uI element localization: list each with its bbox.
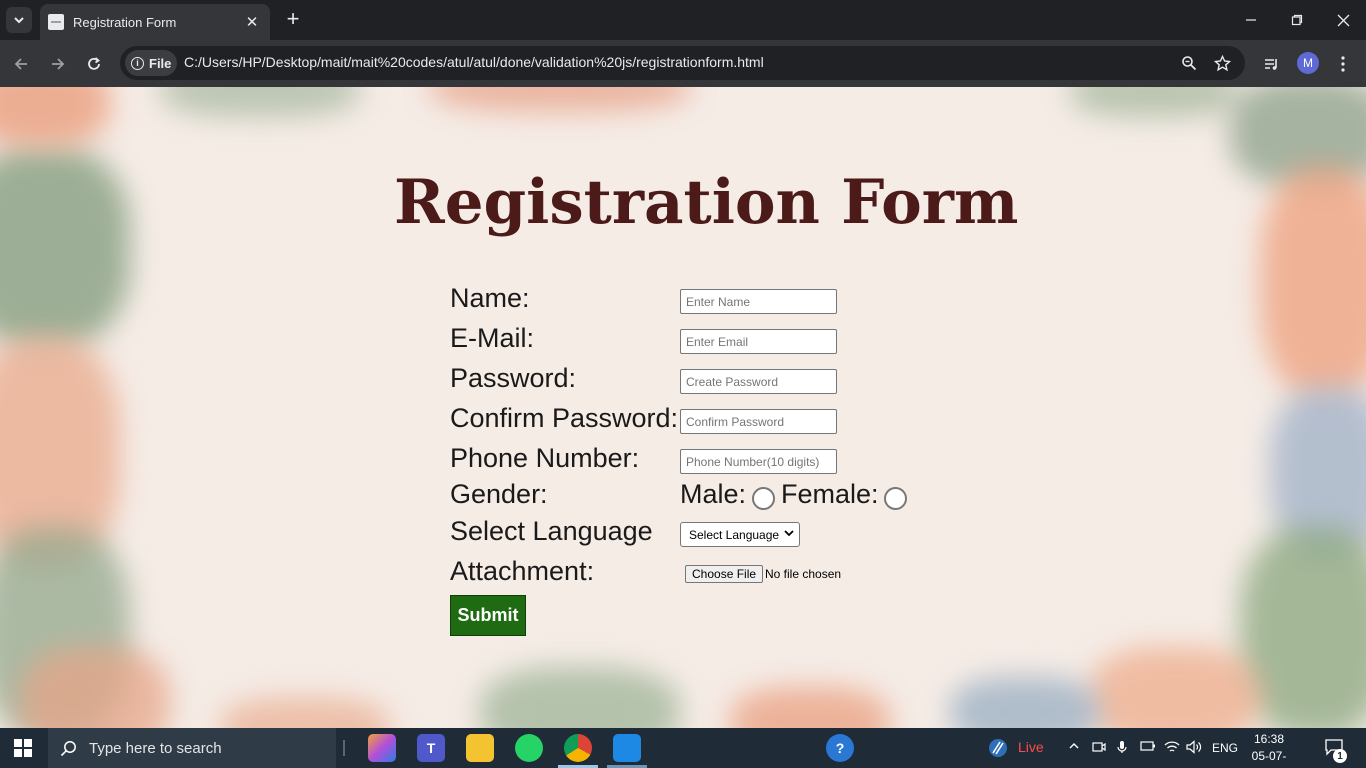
site-info-chip[interactable]: i File — [125, 50, 177, 76]
browser-toolbar: i File C:/Users/HP/Desktop/mait/mait%20c… — [0, 40, 1366, 87]
microphone-icon[interactable] — [1116, 740, 1128, 757]
chevron-down-icon — [784, 530, 794, 537]
phone-label: Phone Number: — [450, 443, 640, 473]
bookmark-star-icon[interactable] — [1211, 52, 1233, 74]
email-label: E-Mail: — [450, 323, 535, 353]
whatsapp-icon[interactable] — [515, 734, 543, 762]
browser-menu-button[interactable] — [1330, 51, 1356, 77]
wifi-icon[interactable] — [1164, 740, 1180, 757]
language-select-value: Select Language — [689, 527, 780, 542]
submit-button[interactable]: Submit — [450, 595, 526, 636]
male-radio[interactable] — [752, 487, 775, 510]
taskbar-search-placeholder: Type here to search — [89, 739, 222, 757]
new-tab-button[interactable]: + — [282, 8, 304, 32]
arrow-right-icon — [52, 58, 65, 70]
page-favicon-icon — [48, 14, 64, 30]
language-label: Select Language — [450, 516, 653, 546]
windows-start-icon[interactable] — [14, 739, 32, 757]
female-label: Female: — [781, 479, 879, 509]
zoom-icon[interactable] — [1178, 52, 1200, 74]
search-icon — [60, 740, 76, 756]
address-bar[interactable]: i File C:/Users/HP/Desktop/mait/mait%20c… — [120, 46, 1245, 80]
phone-input[interactable] — [680, 449, 837, 474]
confirm-password-label: Confirm Password: — [450, 403, 679, 433]
taskbar-divider — [343, 740, 345, 756]
restore-icon — [1291, 14, 1303, 26]
name-label: Name: — [450, 283, 530, 313]
notification-count-badge: 1 — [1333, 749, 1347, 763]
camera-icon[interactable] — [1092, 740, 1106, 757]
confirm-password-input[interactable] — [680, 409, 837, 434]
restore-button[interactable] — [1282, 8, 1312, 32]
chrome-icon[interactable] — [564, 734, 592, 762]
clock-time: 16:38 — [1253, 732, 1285, 746]
page-viewport: Registration Form Name: E-Mail: Password… — [0, 87, 1366, 728]
chevron-down-icon — [14, 17, 24, 24]
close-icon — [1337, 14, 1349, 26]
info-icon: i — [131, 56, 144, 70]
taskbar-clock[interactable]: 16:38 05-07-2025 — [1242, 731, 1296, 768]
choose-file-button[interactable]: Choose File — [685, 565, 764, 583]
minimize-button[interactable] — [1236, 8, 1266, 32]
tab-close-icon[interactable]: ✕ — [244, 13, 260, 31]
language-select[interactable]: Select Language — [680, 522, 800, 547]
name-input[interactable] — [680, 289, 837, 314]
vscode-icon[interactable] — [613, 734, 641, 762]
media-playlist-icon — [1265, 59, 1277, 70]
browser-tab[interactable]: Registration Form ✕ — [40, 4, 270, 40]
close-window-button[interactable] — [1328, 8, 1358, 32]
url-text[interactable]: C:/Users/HP/Desktop/mait/mait%20codes/at… — [184, 54, 764, 70]
reload-button[interactable] — [81, 51, 107, 77]
show-hidden-icons-chevron-up-icon[interactable] — [1068, 740, 1080, 755]
chip-label: File — [149, 55, 172, 71]
female-radio[interactable] — [884, 487, 907, 510]
password-input[interactable] — [680, 369, 837, 394]
attachment-label: Attachment: — [450, 556, 595, 586]
gender-label: Gender: — [450, 479, 548, 509]
file-explorer-icon[interactable] — [466, 734, 494, 762]
tab-title: Registration Form — [73, 14, 177, 30]
page-title: Registration Form — [394, 167, 1019, 238]
language-indicator[interactable]: ENG — [1212, 741, 1238, 755]
back-button[interactable] — [8, 51, 34, 77]
help-icon[interactable]: ? — [826, 734, 854, 762]
teams-icon[interactable]: T — [417, 734, 445, 762]
media-control-button[interactable] — [1259, 51, 1285, 77]
clock-date: 05-07-2025 — [1251, 749, 1287, 768]
email-input[interactable] — [680, 329, 837, 354]
male-label: Male: — [680, 479, 747, 509]
copilot-icon[interactable] — [368, 734, 396, 762]
live-label[interactable]: Live — [1018, 739, 1044, 755]
cricket-live-icon[interactable] — [986, 734, 1010, 762]
taskbar: Type here to search T ? Live ENG 16:38 0… — [0, 728, 1366, 768]
forward-button[interactable] — [45, 51, 71, 77]
browser-tab-strip: Registration Form ✕ + — [0, 0, 1366, 40]
taskbar-search-box[interactable]: Type here to search — [48, 728, 336, 768]
file-status-text: No file chosen — [765, 567, 842, 581]
password-label: Password: — [450, 363, 577, 393]
volume-icon[interactable] — [1186, 740, 1202, 757]
reload-icon — [88, 57, 101, 70]
tab-search-button[interactable] — [6, 7, 32, 33]
profile-avatar[interactable]: M — [1297, 52, 1319, 74]
battery-icon[interactable] — [1140, 740, 1156, 755]
more-vertical-icon — [1341, 56, 1345, 72]
arrow-left-icon — [14, 58, 27, 70]
minimize-icon — [1246, 19, 1256, 21]
